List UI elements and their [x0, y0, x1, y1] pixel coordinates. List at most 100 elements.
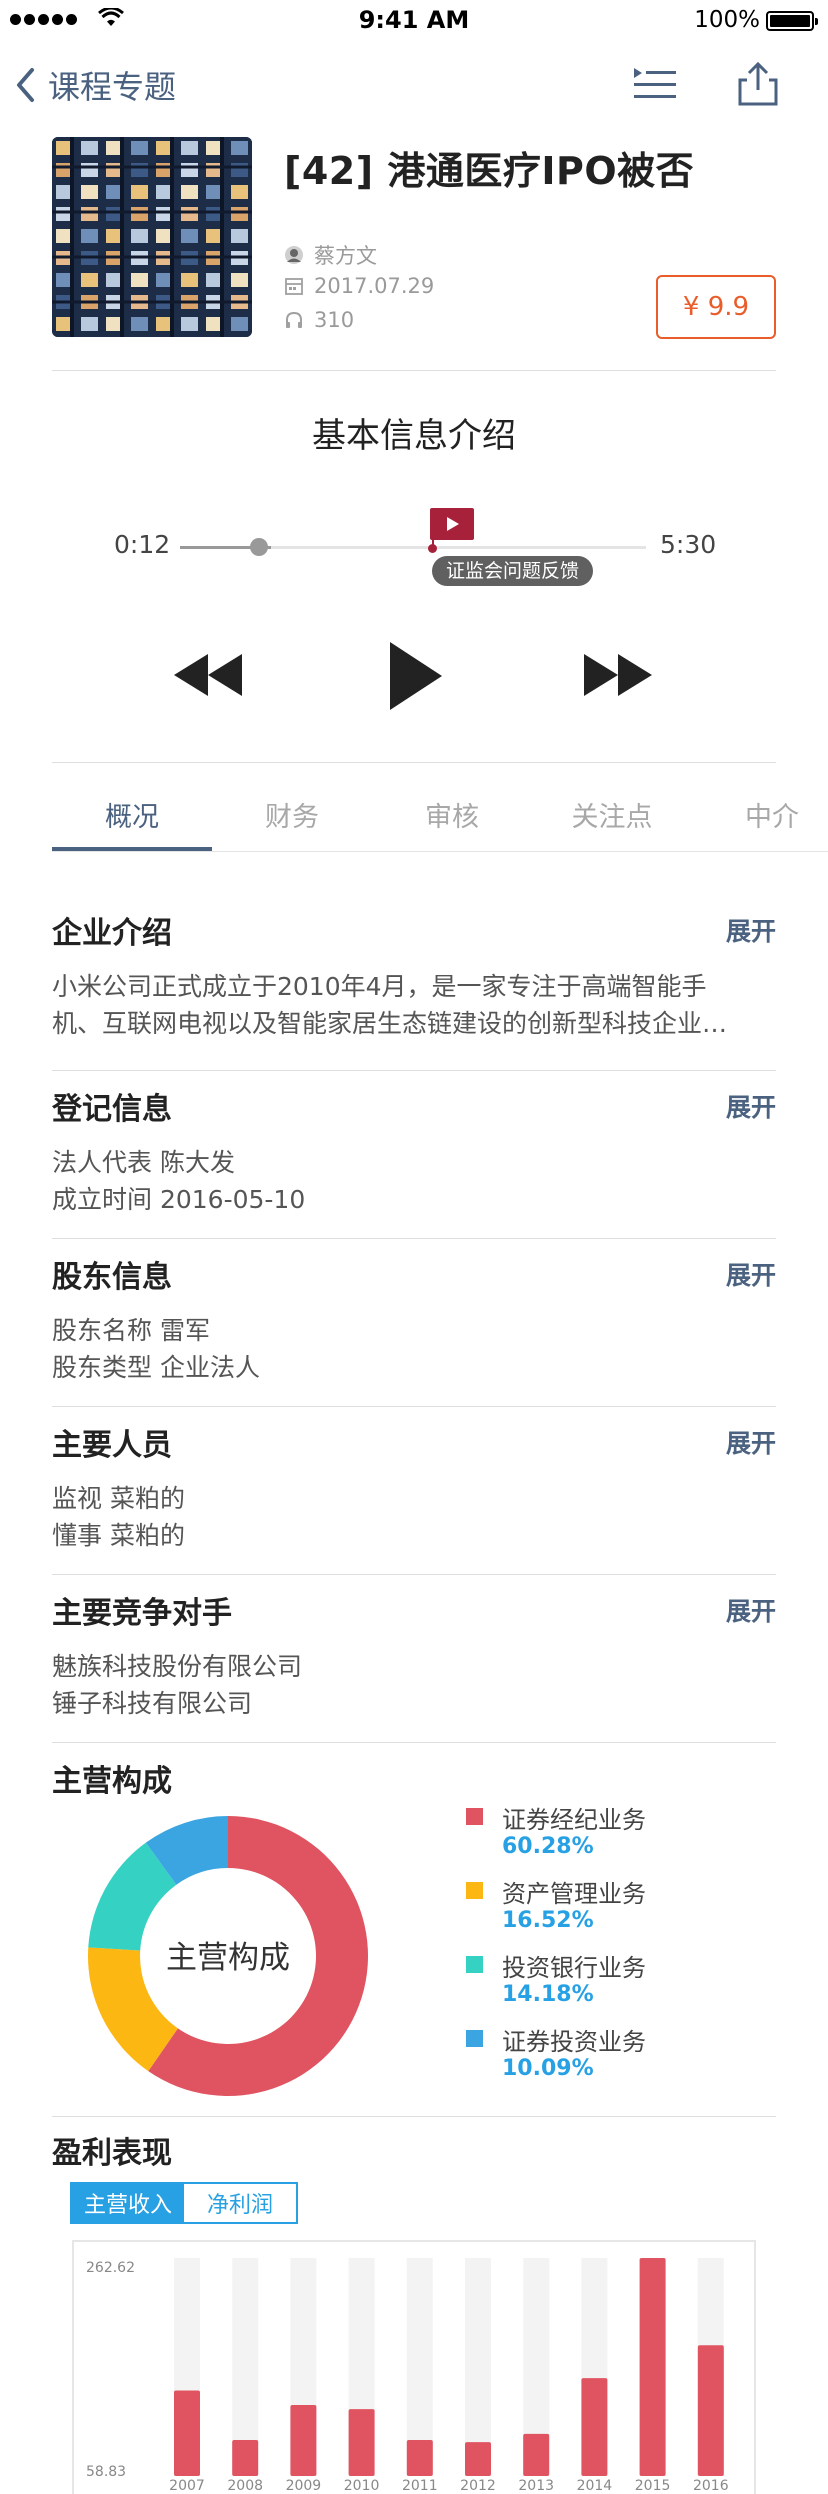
- toggle-revenue[interactable]: 主营收入: [72, 2184, 184, 2222]
- progress-thumb[interactable]: [250, 538, 268, 556]
- legend-name: 证券经纪业务: [502, 1806, 646, 1834]
- y-tick-label: 58.83: [86, 2464, 126, 2480]
- author-row: 蔡方文: [284, 240, 377, 270]
- divider: [52, 2116, 776, 2117]
- date-row: 2017.07.29: [284, 274, 434, 298]
- cover-window: [181, 273, 198, 287]
- fast-forward-icon[interactable]: [580, 652, 660, 698]
- divider: [52, 1238, 776, 1239]
- tab-intermediary[interactable]: 中介: [692, 798, 828, 852]
- play-icon[interactable]: [386, 640, 446, 712]
- company-intro-expand-button[interactable]: 展开: [700, 912, 776, 948]
- price-button[interactable]: ¥ 9.9: [656, 275, 776, 339]
- cover-window: [231, 229, 248, 243]
- cover-window: [181, 163, 198, 177]
- cover-window: [231, 163, 248, 177]
- cover-window: [81, 207, 98, 221]
- x-tick-label: 2009: [286, 2478, 322, 2494]
- legend-swatch: [466, 2030, 483, 2047]
- x-tick-label: 2011: [402, 2478, 438, 2494]
- company-intro-title: 企业介绍: [52, 916, 172, 951]
- tab-focus-points[interactable]: 关注点: [532, 798, 692, 852]
- y-tick-label: 262.62: [86, 2260, 135, 2276]
- cover-window: [231, 185, 248, 199]
- bar: [697, 2345, 724, 2476]
- cover-window: [81, 273, 98, 287]
- company-intro-line: 机、互联网电视以及智能家居生态链建设的创新型科技企业…: [52, 1009, 728, 1038]
- tab-review[interactable]: 审核: [372, 798, 532, 852]
- intro-heading: 基本信息介绍: [312, 416, 516, 456]
- competitor-line: 锤子科技有限公司: [52, 1689, 253, 1718]
- video-flag-icon: [429, 508, 474, 540]
- bar: [174, 2390, 200, 2476]
- cover-window: [131, 207, 148, 221]
- legend-percent: 10.09%: [502, 2056, 594, 2081]
- key-people-text: 监视 菜粕的 懂事 菜粕的: [52, 1480, 776, 1554]
- bar: [581, 2378, 608, 2476]
- course-cover-image: [52, 137, 252, 337]
- divider: [52, 1406, 776, 1407]
- shareholders-text: 股东名称 雷军 股东类型 企业法人: [52, 1312, 776, 1386]
- cover-window: [181, 317, 198, 331]
- cover-window: [131, 185, 148, 199]
- registration-text: 法人代表 陈大发 成立时间 2016-05-10: [52, 1144, 776, 1218]
- profit-bar-chart: 262.62 58.83 2007 2008 2009 2010 2011 2012 2013 2…: [86, 2258, 729, 2494]
- x-tick-label: 2010: [344, 2478, 380, 2494]
- share-icon[interactable]: [734, 60, 782, 108]
- legend-percent: 16.52%: [502, 1908, 594, 1933]
- bar: [232, 2440, 259, 2476]
- tab-bar: 概况 财务 审核 关注点 中介: [52, 798, 828, 852]
- registration-title: 登记信息: [52, 1092, 172, 1127]
- shareholders-expand-button[interactable]: 展开: [700, 1256, 776, 1292]
- competitors-expand-button[interactable]: 展开: [700, 1592, 776, 1628]
- profit-metric-toggle: 主营收入 净利润: [70, 2182, 298, 2224]
- cover-window: [181, 185, 198, 199]
- marker-dot: [427, 544, 437, 553]
- x-tick-label: 2014: [577, 2478, 613, 2494]
- x-tick-label: 2012: [460, 2478, 496, 2494]
- cover-window: [81, 141, 98, 155]
- shareholders-line: 股东名称 雷军: [52, 1316, 210, 1345]
- registration-line: 法人代表 陈大发: [52, 1148, 235, 1177]
- cover-window: [131, 141, 148, 155]
- bar: [523, 2433, 550, 2476]
- profit-title: 盈利表现: [52, 2136, 172, 2171]
- bar: [639, 2258, 666, 2476]
- bar: [348, 2409, 375, 2476]
- tab-finance[interactable]: 财务: [212, 798, 372, 852]
- cover-window: [231, 207, 248, 221]
- back-button[interactable]: 课程专题: [14, 62, 176, 108]
- registration-expand-button[interactable]: 展开: [700, 1088, 776, 1124]
- total-time: 5:30: [660, 530, 717, 559]
- legend-name: 投资银行业务: [502, 1954, 646, 1982]
- legend-swatch: [466, 1808, 483, 1825]
- legend-percent: 60.28%: [502, 1834, 594, 1859]
- toggle-net-profit[interactable]: 净利润: [184, 2184, 296, 2222]
- rewind-icon[interactable]: [172, 652, 252, 698]
- legend-name: 资产管理业务: [502, 1880, 646, 1908]
- bar: [465, 2442, 491, 2476]
- shareholders-title: 股东信息: [52, 1260, 172, 1295]
- tab-divider: [52, 851, 828, 852]
- cover-window: [131, 317, 148, 331]
- company-intro-line: 小米公司正式成立于2010年4月，是一家专注于高端智能手: [52, 972, 707, 1001]
- playlist-icon[interactable]: [632, 60, 680, 108]
- current-time: 0:12: [114, 530, 171, 559]
- x-tick-label: 2007: [169, 2478, 205, 2494]
- listens-row: 310: [284, 308, 354, 332]
- business-title: 主营构成: [52, 1764, 172, 1799]
- company-intro-text: 小米公司正式成立于2010年4月，是一家专注于高端智能手 机、互联网电视以及智能…: [52, 968, 776, 1042]
- author-avatar-icon: [285, 246, 303, 264]
- publish-date: 2017.07.29: [314, 274, 435, 298]
- listen-count: 310: [314, 308, 355, 332]
- course-title: [42] 港通医疗IPO被否: [284, 149, 695, 193]
- divider: [52, 762, 776, 763]
- tab-overview[interactable]: 概况: [52, 798, 212, 852]
- cover-window: [231, 317, 248, 331]
- cover-window: [81, 317, 98, 331]
- divider: [52, 1574, 776, 1575]
- cover-window: [181, 141, 198, 155]
- legend-swatch: [466, 1956, 483, 1973]
- key-people-line: 监视 菜粕的: [52, 1484, 185, 1513]
- key-people-expand-button[interactable]: 展开: [700, 1424, 776, 1460]
